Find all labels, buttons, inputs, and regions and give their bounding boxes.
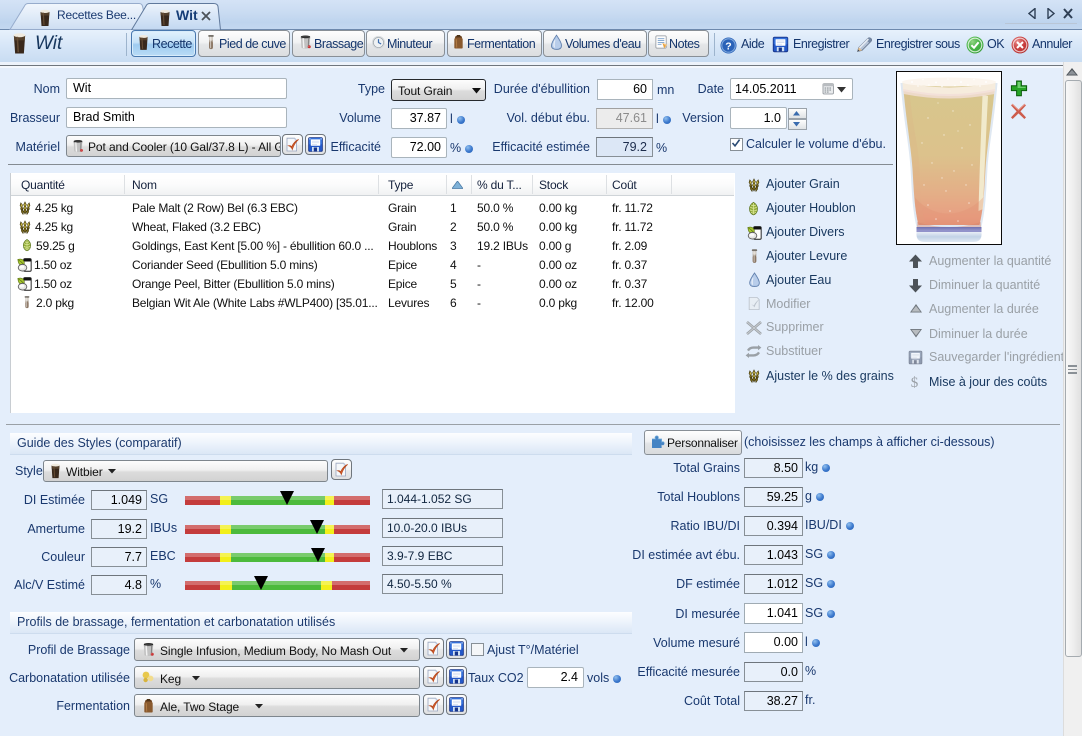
svg-text:$: $ <box>911 375 919 390</box>
